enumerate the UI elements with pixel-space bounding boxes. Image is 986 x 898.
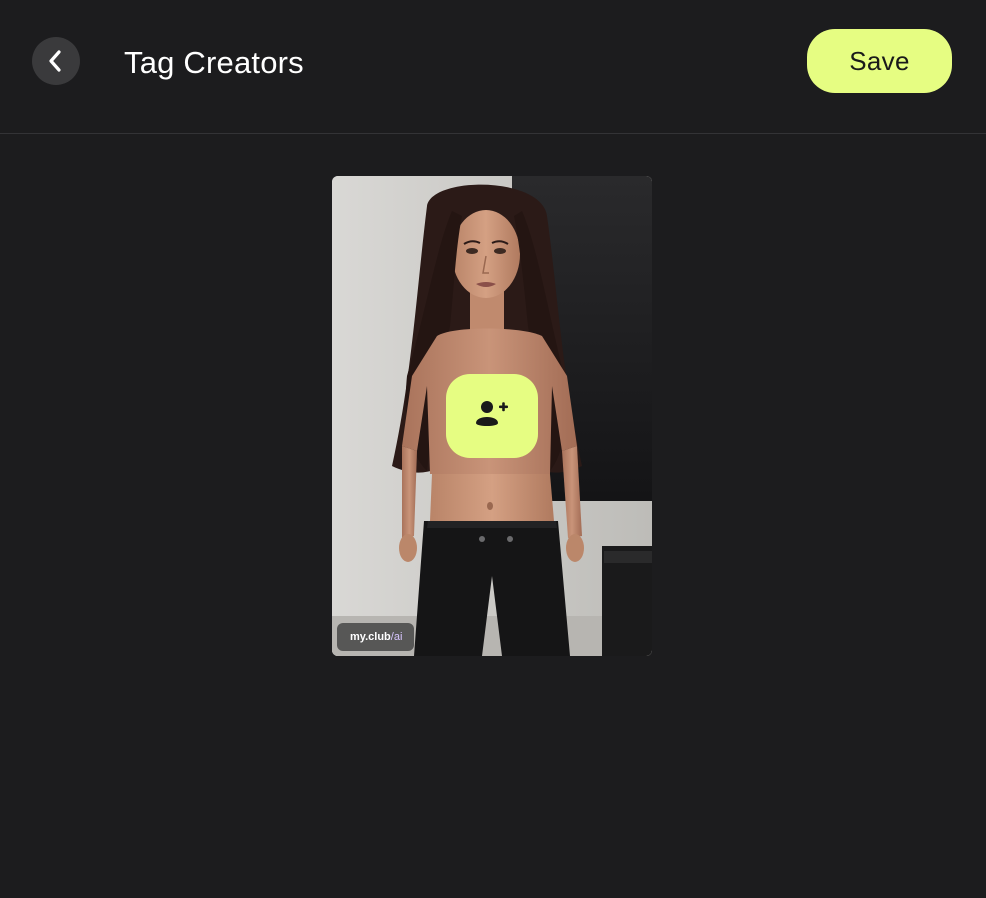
watermark-middle: club	[368, 631, 391, 643]
page-title: Tag Creators	[124, 45, 304, 80]
add-person-icon	[475, 399, 509, 434]
app-window: Tag Creators Save my. club /ai	[0, 0, 986, 898]
back-button[interactable]	[32, 37, 80, 85]
media-preview[interactable]: my. club /ai	[332, 176, 652, 656]
tag-creator-button[interactable]	[446, 374, 538, 458]
watermark-suffix: /ai	[390, 631, 403, 643]
watermark: my. club /ai	[337, 623, 415, 651]
chevron-left-icon	[46, 49, 66, 73]
save-button[interactable]: Save	[807, 29, 952, 93]
header-bar: Tag Creators Save	[0, 0, 986, 134]
watermark-prefix: my.	[350, 631, 369, 643]
